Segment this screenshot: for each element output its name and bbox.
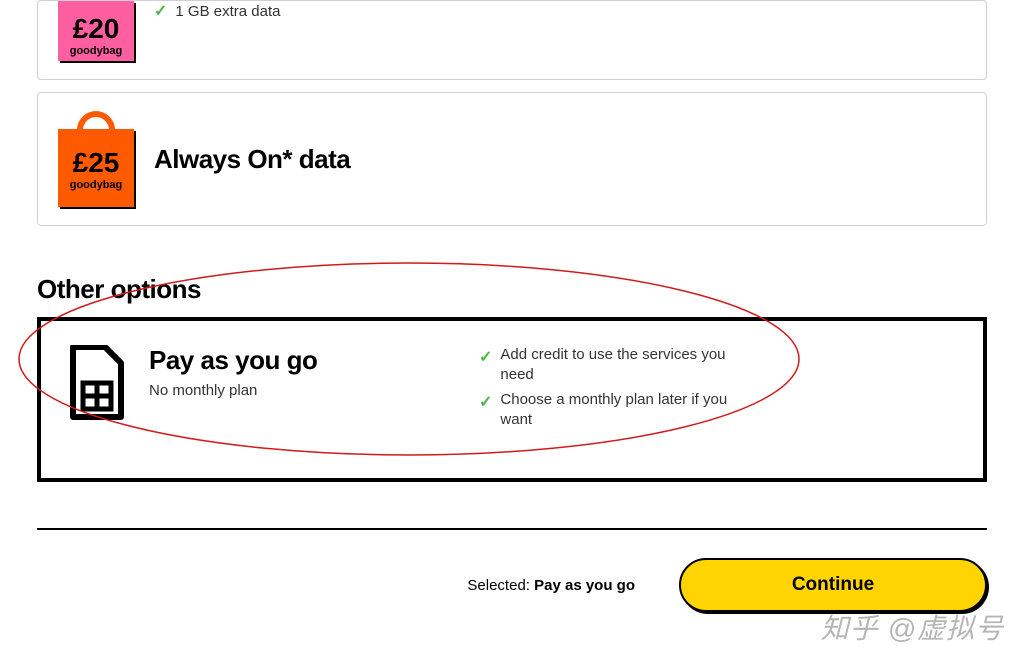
goodybag-body: £25 goodybag [58, 129, 134, 207]
bag-handle-icon [77, 111, 115, 131]
payg-text: Pay as you go No monthly plan [149, 345, 317, 399]
goodybag-price: £25 [73, 149, 120, 177]
payg-subtitle: No monthly plan [149, 382, 317, 399]
plan-card-25[interactable]: £25 goodybag Always On* data [37, 92, 987, 226]
divider [37, 528, 987, 530]
feature-text: Choose a monthly plan later if you want [500, 390, 739, 431]
payg-features: ✓ Add credit to use the services you nee… [479, 345, 739, 430]
selected-label: Selected: [467, 577, 530, 594]
feature-text: Add credit to use the services you need [500, 345, 739, 386]
sim-card-icon [65, 345, 125, 421]
check-icon: ✓ [479, 347, 492, 369]
payg-card[interactable]: Pay as you go No monthly plan ✓ Add cred… [37, 317, 987, 482]
payg-feature: ✓ Add credit to use the services you nee… [479, 345, 739, 386]
goodybag-price: £20 [73, 15, 120, 43]
plan-card-20[interactable]: £20 goodybag ✓ 1 GB extra data [37, 0, 987, 80]
check-icon: ✓ [479, 392, 492, 414]
payg-feature: ✓ Choose a monthly plan later if you wan… [479, 390, 739, 431]
payg-left: Pay as you go No monthly plan [65, 345, 455, 430]
goodybag-tag: goodybag [70, 179, 123, 191]
selected-value: Pay as you go [534, 577, 635, 594]
payg-title: Pay as you go [149, 345, 317, 376]
plan-content: Always On* data [154, 144, 966, 175]
feature-text: 1 GB extra data [175, 3, 280, 20]
watermark: 知乎 @虚拟号 [821, 607, 1004, 647]
continue-button[interactable]: Continue [679, 558, 987, 612]
goodybag-20: £20 goodybag [58, 1, 134, 61]
plan-title: Always On* data [154, 144, 966, 175]
footer-row: Selected: Pay as you go Continue [37, 558, 987, 612]
goodybag-25: £25 goodybag [58, 111, 134, 207]
plan-content: ✓ 1 GB extra data [154, 1, 966, 21]
check-icon: ✓ [154, 1, 167, 21]
selected-text: Selected: Pay as you go [467, 577, 635, 594]
plan-feature: ✓ 1 GB extra data [154, 1, 966, 21]
other-options-heading: Other options [37, 274, 987, 305]
goodybag-tag: goodybag [70, 45, 123, 57]
